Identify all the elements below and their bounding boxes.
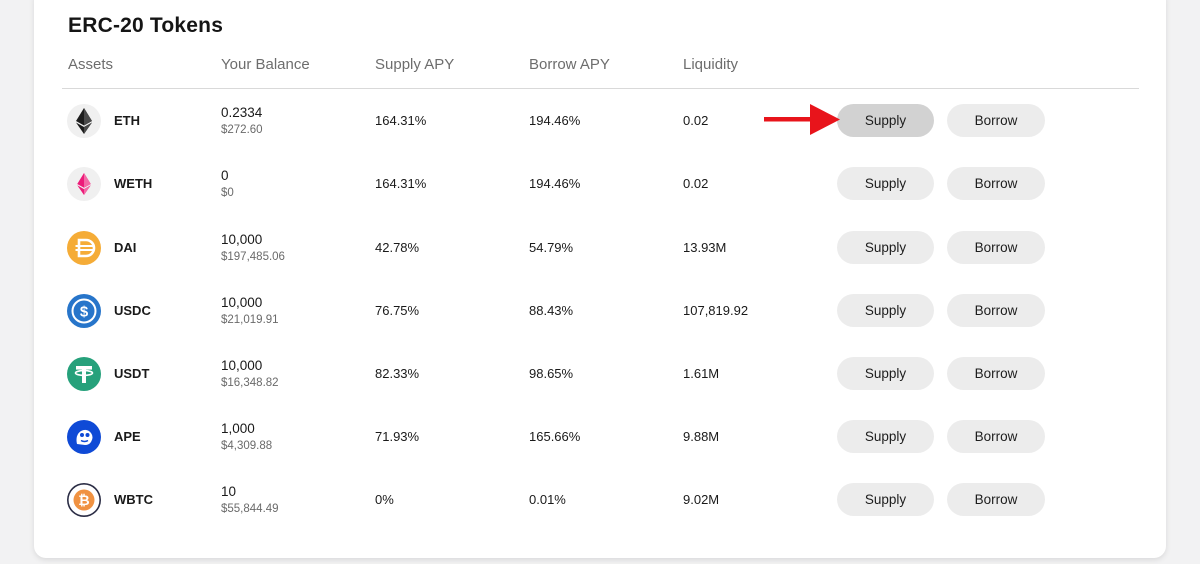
usdt-icon	[67, 357, 101, 391]
supply-apy: 82.33%	[375, 366, 420, 381]
borrow-apy: 0.01%	[529, 492, 566, 507]
balance-amount: 0	[221, 168, 229, 183]
borrow-button[interactable]: Borrow	[947, 167, 1045, 200]
balance-usd: $55,844.49	[221, 503, 279, 515]
table-row: ₿ WBTC 10 $55,844.49 0% 0.01% 9.02M Supp…	[0, 469, 1200, 529]
supply-apy: 0%	[375, 492, 394, 507]
table-row: WETH 0 $0 164.31% 194.46% 0.02 Supply Bo…	[0, 154, 1200, 214]
supply-button[interactable]: Supply	[837, 294, 934, 327]
supply-apy: 71.93%	[375, 429, 420, 444]
asset-symbol: DAI	[114, 240, 137, 255]
supply-button[interactable]: Supply	[837, 231, 934, 264]
weth-icon	[67, 167, 101, 201]
red-arrow-annotation-icon	[764, 104, 840, 135]
asset-symbol: ETH	[114, 113, 140, 128]
asset-symbol: USDC	[114, 303, 151, 318]
wbtc-icon: ₿	[67, 483, 101, 517]
supply-apy: 164.31%	[375, 176, 427, 191]
asset-symbol: WBTC	[114, 492, 153, 507]
svg-text:$: $	[80, 304, 89, 321]
balance-amount: 1,000	[221, 421, 255, 436]
liquidity: 9.88M	[683, 429, 720, 444]
borrow-apy: 88.43%	[529, 303, 574, 318]
balance-usd: $272.60	[221, 124, 263, 136]
balance-usd: $21,019.91	[221, 314, 279, 326]
borrow-apy: 98.65%	[529, 366, 574, 381]
table-row: USDT 10,000 $16,348.82 82.33% 98.65% 1.6…	[0, 343, 1200, 403]
column-header-balance: Your Balance	[221, 56, 310, 73]
column-header-supply-apy: Supply APY	[375, 56, 455, 73]
supply-button[interactable]: Supply	[837, 420, 934, 453]
supply-button[interactable]: Supply	[837, 483, 934, 516]
eth-icon	[67, 104, 101, 138]
borrow-button[interactable]: Borrow	[947, 294, 1045, 327]
asset-symbol: USDT	[114, 366, 150, 381]
borrow-apy: 194.46%	[529, 176, 581, 191]
borrow-button[interactable]: Borrow	[947, 357, 1045, 390]
column-header-liquidity: Liquidity	[683, 56, 739, 73]
supply-apy: 76.75%	[375, 303, 420, 318]
liquidity: 9.02M	[683, 492, 720, 507]
ape-icon	[67, 420, 101, 454]
borrow-button[interactable]: Borrow	[947, 231, 1045, 264]
balance-amount: 10,000	[221, 232, 263, 247]
supply-button[interactable]: Supply	[837, 104, 934, 137]
supply-button[interactable]: Supply	[837, 357, 934, 390]
borrow-button[interactable]: Borrow	[947, 483, 1045, 516]
section-title: ERC-20 Tokens	[68, 14, 224, 37]
asset-symbol: WETH	[114, 176, 153, 191]
asset-symbol: APE	[114, 429, 141, 444]
borrow-button[interactable]: Borrow	[947, 104, 1045, 137]
dai-icon	[67, 231, 101, 265]
header-divider	[62, 88, 1139, 89]
column-header-assets: Assets	[68, 56, 114, 73]
svg-text:₿: ₿	[78, 492, 89, 508]
balance-amount: 10	[221, 484, 237, 499]
usdc-icon: $	[67, 294, 101, 328]
table-row: ETH 0.2334 $272.60 164.31% 194.46% 0.02 …	[0, 91, 1200, 151]
borrow-apy: 165.66%	[529, 429, 581, 444]
balance-usd: $0	[221, 187, 234, 199]
table-row: $ USDC 10,000 $21,019.91 76.75% 88.43% 1…	[0, 280, 1200, 340]
liquidity: 107,819.92	[683, 303, 749, 318]
borrow-button[interactable]: Borrow	[947, 420, 1045, 453]
borrow-apy: 194.46%	[529, 113, 581, 128]
balance-usd: $197,485.06	[221, 251, 285, 263]
liquidity: 1.61M	[683, 366, 720, 381]
supply-apy: 164.31%	[375, 113, 427, 128]
liquidity: 13.93M	[683, 240, 727, 255]
balance-usd: $16,348.82	[221, 377, 279, 389]
balance-usd: $4,309.88	[221, 440, 273, 452]
supply-apy: 42.78%	[375, 240, 420, 255]
borrow-apy: 54.79%	[529, 240, 574, 255]
supply-button[interactable]: Supply	[837, 167, 934, 200]
liquidity: 0.02	[683, 176, 709, 191]
balance-amount: 0.2334	[221, 105, 263, 120]
table-row: DAI 10,000 $197,485.06 42.78% 54.79% 13.…	[0, 217, 1200, 277]
balance-amount: 10,000	[221, 358, 263, 373]
liquidity: 0.02	[683, 113, 709, 128]
column-header-borrow-apy: Borrow APY	[529, 56, 610, 73]
table-row: APE 1,000 $4,309.88 71.93% 165.66% 9.88M…	[0, 406, 1200, 466]
balance-amount: 10,000	[221, 295, 263, 310]
